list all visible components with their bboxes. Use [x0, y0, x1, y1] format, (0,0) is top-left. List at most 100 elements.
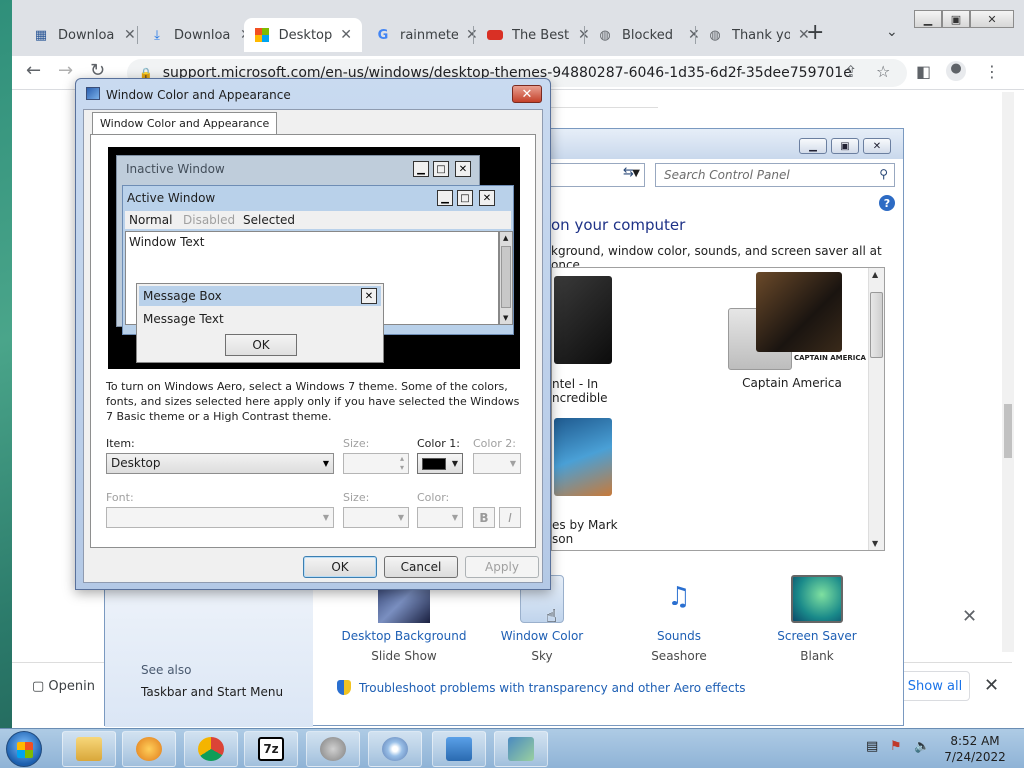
- bookmark-star-icon[interactable]: ☆: [876, 62, 890, 81]
- cancel-button[interactable]: Cancel: [384, 556, 458, 578]
- taskbar-clock[interactable]: 8:52 AM 7/24/2022: [940, 733, 1010, 765]
- taskbar-personalization[interactable]: [494, 731, 548, 767]
- shield-icon: [337, 680, 351, 695]
- color2-label: Color 2:: [473, 437, 516, 450]
- download-bar-close-icon[interactable]: ✕: [984, 675, 999, 696]
- size-spinner[interactable]: ▴ ▾: [343, 453, 409, 474]
- minimize-button[interactable]: ▁: [914, 10, 942, 28]
- close-icon: ✕: [361, 288, 377, 304]
- chevron-down-icon: ▼: [322, 459, 329, 468]
- theme-captain-america-thumbnail[interactable]: [756, 272, 842, 352]
- close-tab-icon[interactable]: ✕: [124, 27, 136, 43]
- apply-button[interactable]: Apply: [465, 556, 539, 578]
- windows-flag-icon: [17, 742, 33, 758]
- page-divider: [546, 92, 658, 108]
- dialog-panel: Inactive Window ▁ □ ✕ Active Window ▁ □ …: [90, 134, 536, 548]
- taskbar-explorer[interactable]: [62, 731, 116, 767]
- tab-blocked[interactable]: ◍ Blocked ✕: [586, 18, 710, 52]
- forward-arrow-icon[interactable]: →: [58, 60, 73, 81]
- help-icon[interactable]: ?: [879, 195, 895, 211]
- taskbar-control-panel[interactable]: [432, 731, 486, 767]
- font-select[interactable]: ▼: [106, 507, 334, 528]
- google-icon: G: [377, 27, 389, 43]
- theme-list-scrollbar[interactable]: ▲ ▼: [868, 268, 884, 550]
- personalization-icon: [508, 737, 534, 761]
- appearance-preview[interactable]: Inactive Window ▁ □ ✕ Active Window ▁ □ …: [108, 147, 520, 369]
- refresh-icon[interactable]: ⇆: [623, 165, 634, 180]
- color1-picker[interactable]: ▼: [417, 453, 463, 474]
- speaker-icon: [320, 737, 346, 761]
- preview-message-box: Message Box ✕ Message Text OK: [136, 283, 384, 363]
- ok-button[interactable]: OK: [303, 556, 377, 578]
- font-color-picker[interactable]: ▼: [417, 507, 463, 528]
- tab-downloads-1[interactable]: ▦ Downloa ✕: [22, 18, 146, 52]
- tab-desktop-themes[interactable]: Desktop ✕: [244, 18, 362, 52]
- taskbar-media-player[interactable]: [122, 731, 176, 767]
- cp-minimize-button[interactable]: ▁: [799, 138, 827, 154]
- start-button[interactable]: [6, 731, 42, 767]
- taskbar-speaker[interactable]: [306, 731, 360, 767]
- screen-saver-item[interactable]: Screen Saver Blank: [742, 575, 892, 663]
- tray-action-center-icon[interactable]: ⚑: [890, 739, 902, 754]
- menu-kebab-icon[interactable]: ⋮: [984, 62, 1000, 81]
- tab-thank-you[interactable]: ◍ Thank yo ✕: [696, 18, 820, 52]
- taskbar-7zip[interactable]: 7z: [244, 731, 298, 767]
- cp-sidebar: See also Taskbar and Start Menu: [105, 577, 313, 727]
- new-tab-button[interactable]: +: [806, 20, 824, 45]
- search-icon[interactable]: ⚲: [879, 167, 888, 181]
- chevron-down-icon: ▼: [451, 459, 458, 468]
- minimize-icon: ▁: [413, 161, 429, 177]
- theme-list: ntel - In ncredible CAPTAIN AMERICA Capt…: [551, 267, 885, 551]
- tab-rainmeter[interactable]: G rainmete ✕: [364, 18, 488, 52]
- document-icon: ▦: [34, 27, 48, 43]
- tray-network-icon[interactable]: ▤: [866, 739, 878, 754]
- tray-volume-icon[interactable]: 🔈: [914, 739, 930, 754]
- side-panel-icon[interactable]: ◧: [916, 62, 931, 81]
- dialog-close-button[interactable]: ✕: [512, 85, 542, 103]
- theme-intel-thumbnail[interactable]: [554, 276, 612, 364]
- troubleshoot-link[interactable]: Troubleshoot problems with transparency …: [337, 680, 746, 695]
- download-icon: ⤓: [154, 27, 160, 43]
- sounds-icon: ♫: [667, 582, 691, 612]
- theme-landscapes-thumbnail[interactable]: [554, 418, 612, 496]
- infobar-close-icon[interactable]: ✕: [962, 606, 977, 627]
- share-icon[interactable]: ⇪: [844, 62, 857, 81]
- close-icon: ✕: [455, 161, 471, 177]
- cp-search-input[interactable]: Search Control Panel ⚲: [655, 163, 895, 187]
- font-size-select[interactable]: ▼: [343, 507, 409, 528]
- italic-button[interactable]: I: [499, 507, 521, 528]
- taskbar-disc[interactable]: [368, 731, 422, 767]
- hand-cursor-icon: ☝: [546, 606, 557, 627]
- cp-maximize-button[interactable]: ▣: [831, 138, 859, 154]
- maximize-icon: □: [457, 190, 473, 206]
- taskbar-start-menu-link[interactable]: Taskbar and Start Menu: [141, 685, 283, 699]
- tab-window-color-appearance[interactable]: Window Color and Appearance: [92, 112, 278, 134]
- cp-close-button[interactable]: ✕: [863, 138, 891, 154]
- download-item[interactable]: ▢ Openin: [32, 679, 95, 694]
- 7zip-icon: 7z: [258, 737, 284, 761]
- preview-menubar: Normal Disabled Selected: [125, 211, 511, 229]
- tab-search-chevron-icon[interactable]: ⌄: [886, 24, 898, 40]
- tab-the-best[interactable]: The Best ✕: [476, 18, 600, 52]
- maximize-button[interactable]: ▣: [942, 10, 970, 28]
- bold-button[interactable]: B: [473, 507, 495, 528]
- close-tab-icon[interactable]: ✕: [340, 27, 352, 43]
- sounds-item[interactable]: ♫ Sounds Seashore: [604, 575, 754, 663]
- color1-label: Color 1:: [417, 437, 460, 450]
- maximize-icon: □: [433, 161, 449, 177]
- close-icon: ✕: [479, 190, 495, 206]
- close-button[interactable]: ✕: [970, 10, 1014, 28]
- captain-america-logo-text: CAPTAIN AMERICA: [794, 354, 866, 362]
- profile-avatar-icon[interactable]: ●: [946, 61, 966, 81]
- item-select[interactable]: Desktop ▼: [106, 453, 334, 474]
- back-arrow-icon[interactable]: ←: [26, 60, 41, 81]
- show-all-button[interactable]: Show all: [900, 671, 970, 701]
- page-scrollbar[interactable]: [1002, 92, 1014, 652]
- chrome-icon: [198, 737, 224, 761]
- color2-picker[interactable]: ▼: [473, 453, 521, 474]
- taskbar-chrome[interactable]: [184, 731, 238, 767]
- see-also-label: See also: [141, 663, 192, 677]
- dialog-app-icon: [86, 87, 100, 100]
- windows-logo-icon: [254, 26, 271, 44]
- font-color-label: Color:: [417, 491, 450, 504]
